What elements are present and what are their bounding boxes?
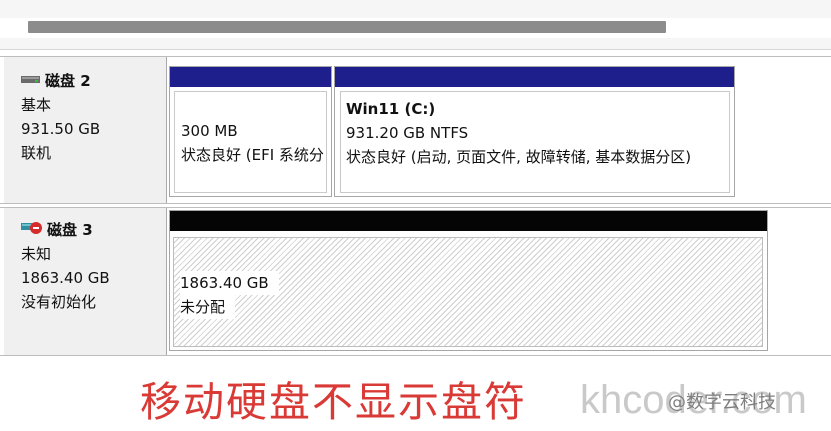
partition-status: 状态良好 (启动, 页面文件, 故障转储, 基本数据分区) (346, 148, 692, 166)
caption: 移动硬盘不显示盘符 (140, 378, 527, 426)
disk-name: 磁盘 3 (47, 221, 93, 239)
partition-unallocated[interactable]: 1863.40 GB 未分配 (169, 210, 768, 351)
partition-color-bar (170, 67, 331, 87)
partition-size: 300 MB (181, 122, 238, 140)
disk-name: 磁盘 2 (45, 72, 91, 90)
disk-info[interactable]: 磁盘 3 未知 1863.40 GB 没有初始化 (4, 208, 167, 355)
partition-efi[interactable]: 300 MB 状态良好 (EFI 系统分区) (169, 66, 332, 197)
disk-size: 1863.40 GB (21, 269, 110, 287)
partition-color-bar (170, 211, 767, 231)
disk-not-initialized-icon (21, 218, 43, 242)
partition-size: 931.20 GB NTFS (346, 124, 469, 142)
partition-size: 1863.40 GB (180, 271, 279, 295)
disk-info[interactable]: 磁盘 2 基本 931.50 GB 联机 (4, 57, 167, 203)
disk-icon (21, 69, 41, 93)
watermark-account: @数字云科技 (668, 392, 776, 413)
partition-c[interactable]: Win11 (C:) 931.20 GB NTFS 状态良好 (启动, 页面文件… (334, 66, 735, 197)
partition-color-bar (335, 67, 734, 87)
partition-title: Win11 (C:) (346, 100, 436, 118)
disk-type: 未知 (21, 245, 52, 263)
disk-size: 931.50 GB (21, 120, 101, 138)
scrollbar-thumb[interactable] (28, 21, 666, 33)
disk-type: 基本 (21, 96, 52, 114)
disk-status: 没有初始化 (21, 293, 97, 311)
disk-status: 联机 (21, 144, 52, 162)
partition-status: 未分配 (180, 295, 236, 319)
partition-status: 状态良好 (EFI 系统分区) (181, 146, 325, 164)
